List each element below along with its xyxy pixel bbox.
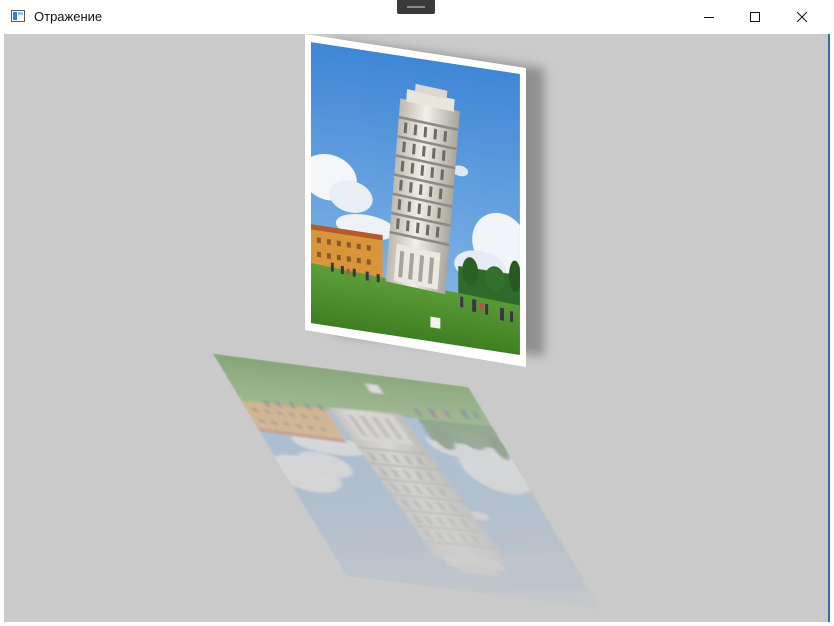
photo-reflection: [212, 353, 603, 610]
scene-viewport: [4, 34, 828, 622]
minimize-icon: [704, 17, 714, 18]
close-button[interactable]: [779, 0, 825, 34]
close-icon: [796, 11, 808, 23]
framed-photo[interactable]: [301, 34, 528, 367]
maximize-button[interactable]: [732, 0, 778, 34]
title-bar[interactable]: Отражение: [0, 0, 834, 34]
leaning-tower-photo: [311, 42, 520, 356]
minimize-button[interactable]: [686, 0, 732, 34]
window-right-edge: [828, 34, 830, 622]
app-icon: [11, 10, 25, 22]
scene-canvas: [212, 34, 603, 610]
leaning-tower-reflection: [212, 353, 603, 610]
window-title: Отражение: [34, 9, 103, 24]
maximize-icon: [750, 12, 760, 22]
drag-grip-handle[interactable]: [397, 0, 435, 14]
app-window: Отражение: [0, 0, 834, 626]
